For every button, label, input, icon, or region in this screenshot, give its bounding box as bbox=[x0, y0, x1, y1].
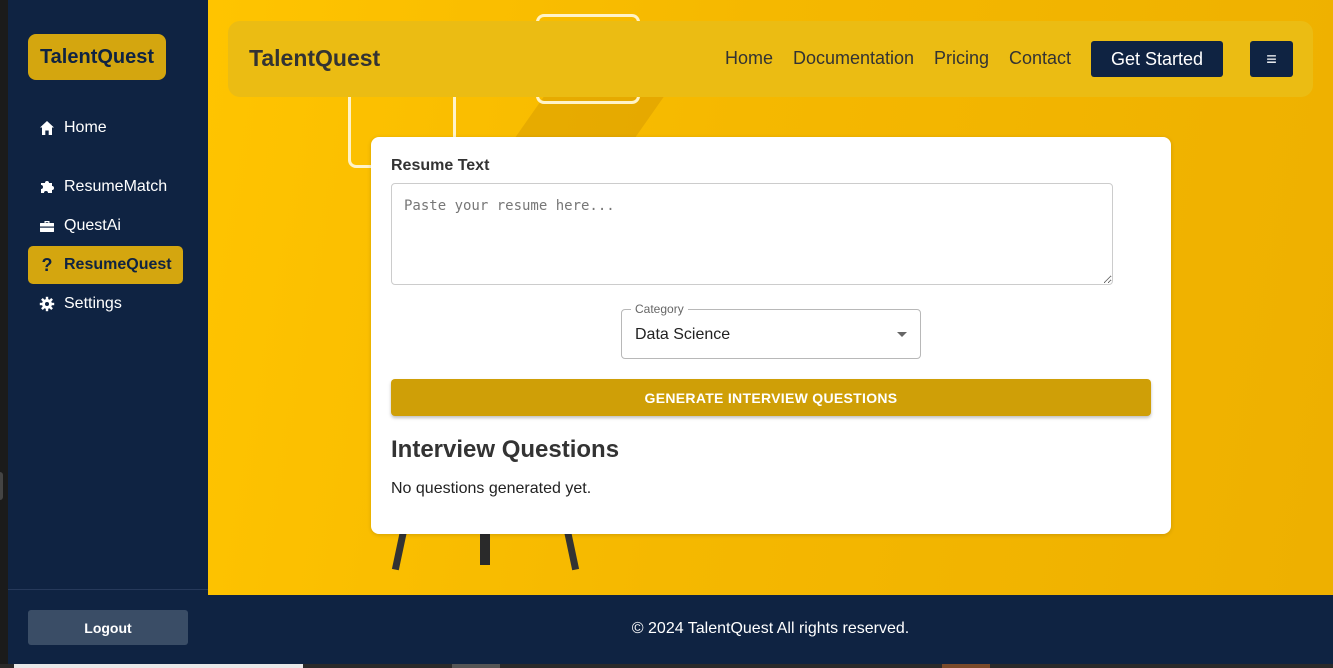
sidebar-item-label: QuestAi bbox=[64, 217, 121, 234]
footer: © 2024 TalentQuest All rights reserved. bbox=[208, 595, 1333, 668]
generate-questions-button[interactable]: GENERATE INTERVIEW QUESTIONS bbox=[391, 379, 1151, 416]
sidebar-item-settings[interactable]: Settings bbox=[28, 285, 183, 323]
caret-down-icon bbox=[897, 332, 907, 337]
category-value: Data Science bbox=[635, 326, 731, 343]
navbar-brand[interactable]: TalentQuest bbox=[249, 45, 380, 72]
interview-questions-heading: Interview Questions bbox=[391, 436, 620, 463]
gear-icon bbox=[38, 295, 56, 313]
footer-copyright: © 2024 TalentQuest All rights reserved. bbox=[631, 620, 910, 637]
menu-button[interactable]: ≡ bbox=[1250, 41, 1293, 77]
sidebar-item-label: Home bbox=[64, 119, 107, 136]
resume-quest-card: Resume Text Category Data Science GENERA… bbox=[371, 137, 1171, 534]
nav-link-home[interactable]: Home bbox=[725, 48, 773, 69]
resume-textarea[interactable] bbox=[391, 183, 1113, 285]
edge-segment bbox=[452, 664, 500, 668]
edge-segment bbox=[14, 664, 303, 668]
sidebar-divider bbox=[8, 589, 208, 590]
category-label: Category bbox=[631, 302, 688, 316]
sidebar-item-resumematch[interactable]: ResumeMatch bbox=[28, 168, 183, 206]
nav-link-documentation[interactable]: Documentation bbox=[793, 48, 914, 69]
briefcase-icon bbox=[38, 217, 56, 235]
interview-questions-empty: No questions generated yet. bbox=[391, 480, 592, 497]
question-icon: ? bbox=[41, 254, 53, 275]
hamburger-icon: ≡ bbox=[1266, 48, 1277, 69]
nav-link-contact[interactable]: Contact bbox=[1009, 48, 1071, 69]
sidebar-item-questai[interactable]: QuestAi bbox=[28, 207, 183, 245]
top-navbar: TalentQuest Home Documentation Pricing C… bbox=[228, 21, 1313, 97]
logout-button[interactable]: Logout bbox=[28, 610, 188, 645]
sidebar: TalentQuest Home ResumeMatch QuestAi ? R… bbox=[8, 0, 208, 668]
decor-stand-leg bbox=[391, 529, 408, 571]
bottom-edge-strip bbox=[0, 664, 1333, 668]
get-started-button[interactable]: Get Started bbox=[1091, 41, 1223, 77]
sidebar-brand[interactable]: TalentQuest bbox=[28, 34, 166, 80]
main-content: TalentQuest Home Documentation Pricing C… bbox=[208, 0, 1333, 595]
decor-stand-leg bbox=[563, 529, 580, 571]
sidebar-item-home[interactable]: Home bbox=[28, 109, 183, 147]
edge-segment bbox=[942, 664, 990, 668]
sidebar-item-label: ResumeQuest bbox=[64, 256, 172, 273]
home-icon bbox=[38, 119, 56, 137]
puzzle-icon bbox=[38, 178, 56, 196]
sidebar-item-resumequest[interactable]: ? ResumeQuest bbox=[28, 246, 183, 284]
window-edge-handle bbox=[0, 472, 3, 500]
nav-link-pricing[interactable]: Pricing bbox=[934, 48, 989, 69]
sidebar-item-label: ResumeMatch bbox=[64, 178, 168, 195]
resume-text-label: Resume Text bbox=[391, 157, 490, 174]
category-select[interactable]: Category Data Science bbox=[621, 302, 921, 359]
sidebar-item-label: Settings bbox=[64, 295, 122, 312]
